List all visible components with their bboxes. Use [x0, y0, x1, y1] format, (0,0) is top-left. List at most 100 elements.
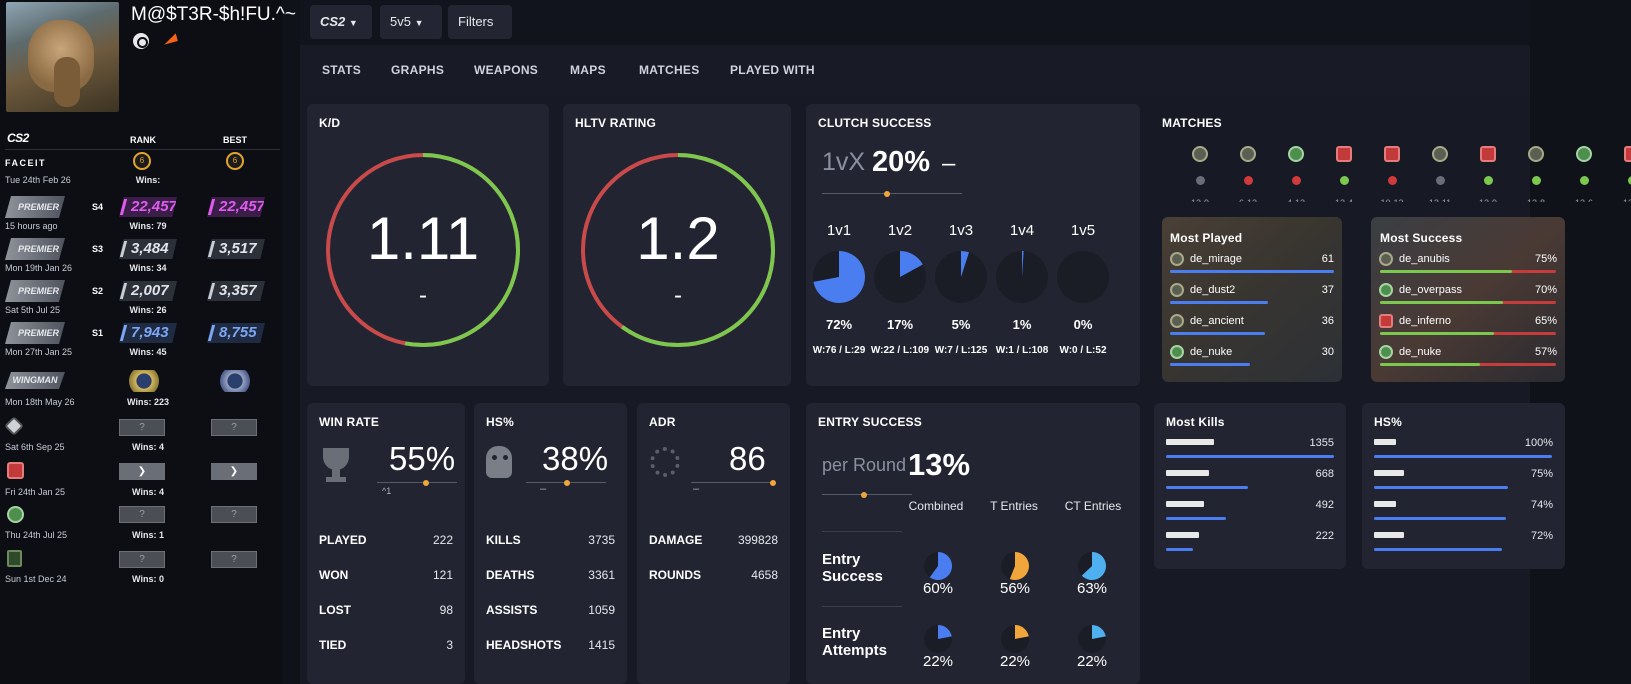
- match-result-loss[interactable]: [1292, 176, 1301, 185]
- match-result-win[interactable]: [1340, 176, 1349, 185]
- anubis-map-icon[interactable]: [1528, 146, 1544, 162]
- ancient-map-icon[interactable]: [1240, 146, 1256, 162]
- hltv-change: -: [674, 282, 682, 309]
- clutch-trend-dot: [884, 191, 890, 197]
- weapon-bar: [1374, 455, 1552, 458]
- game-select[interactable]: CS2 ▼: [310, 5, 372, 39]
- faceit-date: Tue 24th Feb 26: [5, 175, 71, 185]
- ancient-map-icon[interactable]: [1192, 146, 1208, 162]
- inferno-map-icon[interactable]: [1480, 146, 1496, 162]
- tab-maps[interactable]: MAPS: [570, 63, 606, 77]
- trophy-icon: [323, 448, 349, 470]
- clutch-wl: W:1 / L:108: [995, 345, 1049, 356]
- map-rank-date: Thu 24th Jul 25: [5, 530, 68, 540]
- mirage-map-icon: [1170, 252, 1184, 266]
- clutch-card: CLUTCH SUCCESS 1vX 20% – 1v1 72% W:76 / L:…: [806, 104, 1140, 386]
- entry-success-pie: [924, 552, 952, 580]
- avatar[interactable]: [6, 2, 119, 112]
- nuke-map-icon: [1170, 345, 1184, 359]
- ancient-map-icon[interactable]: [1432, 146, 1448, 162]
- winrate-value: 55%: [389, 440, 456, 477]
- ancient-map-icon: [1170, 314, 1184, 328]
- weapon-bar: [1166, 486, 1249, 489]
- tab-stats[interactable]: STATS: [322, 63, 361, 77]
- map-name: de_inferno: [1399, 315, 1451, 327]
- entry-success-pct: 60%: [922, 580, 954, 597]
- map-rank-date: Fri 24th Jan 25: [5, 487, 66, 497]
- tab-weapons[interactable]: WEAPONS: [474, 63, 538, 77]
- overpass-map-icon[interactable]: [1576, 146, 1592, 162]
- map-rank-wins: Wins: 1: [132, 530, 164, 540]
- wingman-best-icon: [213, 370, 257, 392]
- premier-season: S2: [92, 286, 104, 296]
- clutch-pie: [813, 251, 865, 303]
- inferno-map-icon[interactable]: [1624, 146, 1631, 162]
- match-result-win[interactable]: [1580, 176, 1589, 185]
- hs-weapons-card: HS% 100% 75% 74% 72%: [1362, 403, 1565, 569]
- tab-graphs[interactable]: GRAPHS: [391, 63, 444, 77]
- winrate-row-value: 222: [432, 533, 453, 547]
- faceit-icon[interactable]: [162, 33, 178, 45]
- profile-sidebar: M@$T3R-$h!FU.^~ CS2 RANK BEST FACEIT 6 6…: [0, 0, 296, 684]
- match-result-loss[interactable]: [1244, 176, 1253, 185]
- clutch-change: –: [942, 150, 956, 177]
- map-value: 37: [1321, 284, 1334, 296]
- inferno-map-icon[interactable]: [1336, 146, 1352, 162]
- premier-rank: 2,007: [119, 281, 177, 301]
- entry-prefix: per Round: [822, 455, 907, 475]
- map-best-box: ?: [211, 419, 257, 436]
- weapon-value: 668: [1315, 468, 1334, 480]
- clutch-pie: [874, 251, 926, 303]
- match-score: 13-9: [1182, 196, 1218, 202]
- win-bar: [1380, 301, 1504, 304]
- clutch-label: 1v2: [887, 222, 913, 239]
- filter-bar: CS2 ▼ 5v5 ▼ Filters ⋮: [300, 0, 1530, 63]
- match-result-win[interactable]: [1484, 176, 1493, 185]
- entry-col-ct: CT Entries: [1064, 499, 1122, 513]
- entry-card: ENTRY SUCCESS per Round 13% Combined T E…: [806, 403, 1140, 684]
- map-rank-box: ❯: [119, 463, 165, 480]
- hltv-card: HLTV RATING 1.2 -: [563, 104, 791, 386]
- adr-row-value: 399828: [737, 533, 778, 547]
- weapon-value: 100%: [1524, 437, 1553, 449]
- entry-attempts-pie: [1078, 625, 1106, 653]
- steam-icon[interactable]: [133, 33, 149, 49]
- match-result-loss[interactable]: [1388, 176, 1397, 185]
- weapon-value: 72%: [1530, 530, 1553, 542]
- overpass-map-icon: [7, 506, 24, 523]
- filters-button[interactable]: Filters ⋮: [448, 5, 512, 63]
- clutch-prefix: 1vX: [822, 148, 866, 176]
- hs-weapons-title: HS%: [1374, 415, 1402, 429]
- faceit-wins: Wins:: [135, 175, 161, 185]
- entry-attempts-label: Entry Attempts: [822, 625, 888, 659]
- match-result-draw[interactable]: [1436, 176, 1445, 185]
- chevron-right-icon: ❯: [137, 466, 147, 477]
- winrate-row-value: 98: [439, 603, 453, 617]
- tab-played-with[interactable]: PLAYED WITH: [730, 63, 815, 77]
- adr-row-value: 4658: [751, 568, 778, 582]
- best-header: BEST: [223, 135, 248, 145]
- weapon-icon: [1374, 439, 1396, 445]
- faceit-level-icon: 6: [133, 152, 151, 170]
- hltv-value: 1.2: [636, 205, 720, 272]
- map-name: de_mirage: [1190, 253, 1242, 265]
- winrate-row-label: LOST: [319, 603, 351, 617]
- weapon-icon: [1166, 532, 1199, 538]
- weapon-bar: [1166, 548, 1193, 551]
- winrate-delta: ^1: [382, 486, 392, 496]
- hs-trend-dot: [564, 480, 570, 486]
- game-select-label: CS2: [320, 14, 346, 29]
- nuke-map-icon: [1379, 345, 1393, 359]
- match-result-draw[interactable]: [1196, 176, 1205, 185]
- nuke-map-icon[interactable]: [1288, 146, 1304, 162]
- weapon-value: 74%: [1530, 499, 1553, 511]
- map-name: de_anubis: [1399, 253, 1450, 265]
- match-result-win[interactable]: [1532, 176, 1541, 185]
- weapon-icon: [1166, 439, 1214, 445]
- tab-matches[interactable]: MATCHES: [639, 63, 700, 77]
- kd-card: K/D 1.11 -: [307, 104, 549, 386]
- mode-select[interactable]: 5v5 ▼: [380, 5, 442, 39]
- premier-wins: Wins: 45: [129, 347, 167, 357]
- inferno-map-icon[interactable]: [1384, 146, 1400, 162]
- map-value: 30: [1321, 346, 1334, 358]
